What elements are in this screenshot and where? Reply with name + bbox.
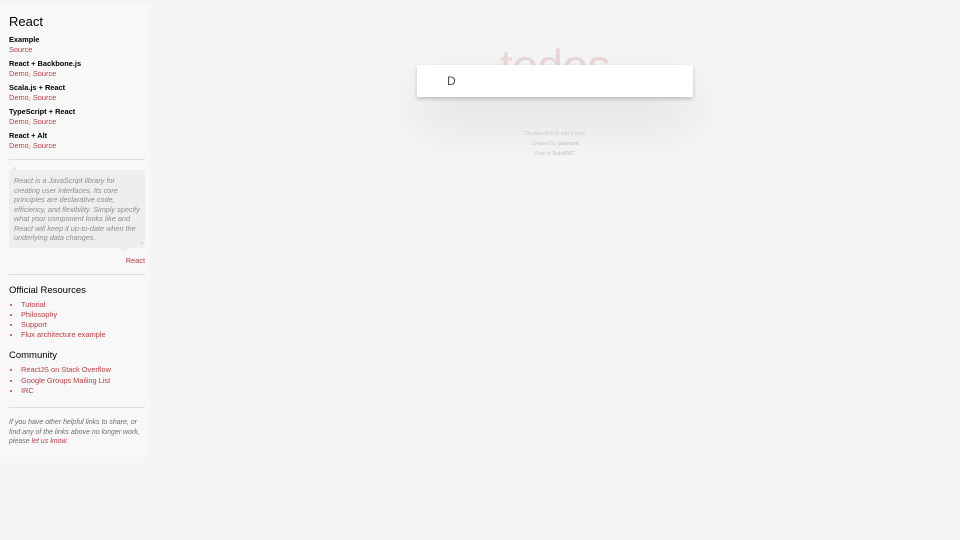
example-item: Scala.js + React Demo, Source (9, 83, 145, 102)
example-name: React + Backbone.js (9, 59, 82, 68)
sidebar-title: React (9, 14, 43, 29)
close-quote-icon: ” (139, 241, 144, 252)
resource-link-support[interactable]: Support (21, 320, 47, 329)
todomvc-link[interactable]: TodoMVC (552, 151, 575, 157)
list-item: Flux architecture example (21, 330, 145, 340)
demo-link[interactable]: Demo (9, 141, 29, 150)
example-item: TypeScript + React Demo, Source (9, 107, 145, 126)
divider (9, 159, 145, 160)
description-quote: “ React is a JavaScript library for crea… (9, 167, 145, 253)
source-link[interactable]: Source (33, 69, 56, 78)
new-todo-input[interactable] (447, 71, 677, 91)
source-link[interactable]: Source (33, 141, 56, 150)
community-link-irc[interactable]: IRC (21, 386, 34, 395)
demo-link[interactable]: Demo (9, 69, 29, 78)
footer-text: If you have other helpful links to share… (9, 418, 140, 446)
footer-note: If you have other helpful links to share… (9, 418, 147, 447)
resource-link-flux[interactable]: Flux architecture example (21, 330, 106, 339)
list-item: ReactJS on Stack Overflow (21, 365, 145, 375)
resource-link-tutorial[interactable]: Tutorial (21, 300, 45, 309)
example-links: Demo, Source (9, 141, 145, 150)
info-footer: Double-click to edit a todo Created by p… (417, 129, 693, 159)
community-link-google-groups[interactable]: Google Groups Mailing List (21, 376, 110, 385)
example-item: React + Alt Demo, Source (9, 131, 145, 150)
example-links: Demo, Source (9, 93, 145, 102)
list-item: Tutorial (21, 300, 145, 310)
open-quote-icon: “ (12, 167, 17, 177)
divider (9, 273, 145, 275)
example-links: Source (9, 45, 145, 54)
example-name: Scala.js + React (9, 83, 66, 92)
info-created-by: Created by petehunt (417, 139, 693, 149)
example-name: TypeScript + React (9, 107, 76, 116)
example-item: Example Source (9, 35, 145, 54)
community-title: Community (9, 350, 58, 362)
community-link-stackoverflow[interactable]: ReactJS on Stack Overflow (21, 365, 111, 374)
resource-link-philosophy[interactable]: Philosophy (21, 310, 57, 319)
example-links: Demo, Source (9, 69, 145, 78)
info-part-of: Part of TodoMVC (417, 149, 693, 159)
divider (9, 406, 145, 408)
part-of-label: Part of (535, 151, 551, 157)
info-edit-hint: Double-click to edit a todo (525, 131, 585, 137)
list-item: IRC (21, 386, 145, 396)
quote-text: React is a JavaScript library for creati… (14, 176, 140, 242)
official-resources-title: Official Resources (9, 284, 86, 296)
author-link[interactable]: petehunt (558, 141, 578, 147)
created-by-label: Created by (531, 141, 557, 147)
example-name: React + Alt (9, 131, 48, 140)
community-list: ReactJS on Stack Overflow Google Groups … (9, 365, 145, 396)
list-item: Google Groups Mailing List (21, 376, 145, 386)
todoapp (417, 65, 693, 97)
example-name: Example (9, 35, 40, 44)
sidebar: React Example Source React + Backbone.js… (0, 4, 150, 457)
example-links: Demo, Source (9, 117, 145, 126)
source-link[interactable]: Source (9, 45, 32, 54)
list-item: Philosophy (21, 310, 145, 320)
quote-arrow (119, 247, 129, 253)
source-link[interactable]: Source (33, 93, 56, 102)
quote-source-link[interactable]: React (9, 256, 145, 265)
official-resources-list: Tutorial Philosophy Support Flux archite… (9, 300, 145, 341)
let-us-know-link[interactable]: let us know. (32, 438, 69, 445)
source-link[interactable]: Source (33, 117, 56, 126)
example-item: React + Backbone.js Demo, Source (9, 59, 145, 78)
demo-link[interactable]: Demo (9, 93, 29, 102)
demo-link[interactable]: Demo (9, 117, 29, 126)
list-item: Support (21, 320, 145, 330)
